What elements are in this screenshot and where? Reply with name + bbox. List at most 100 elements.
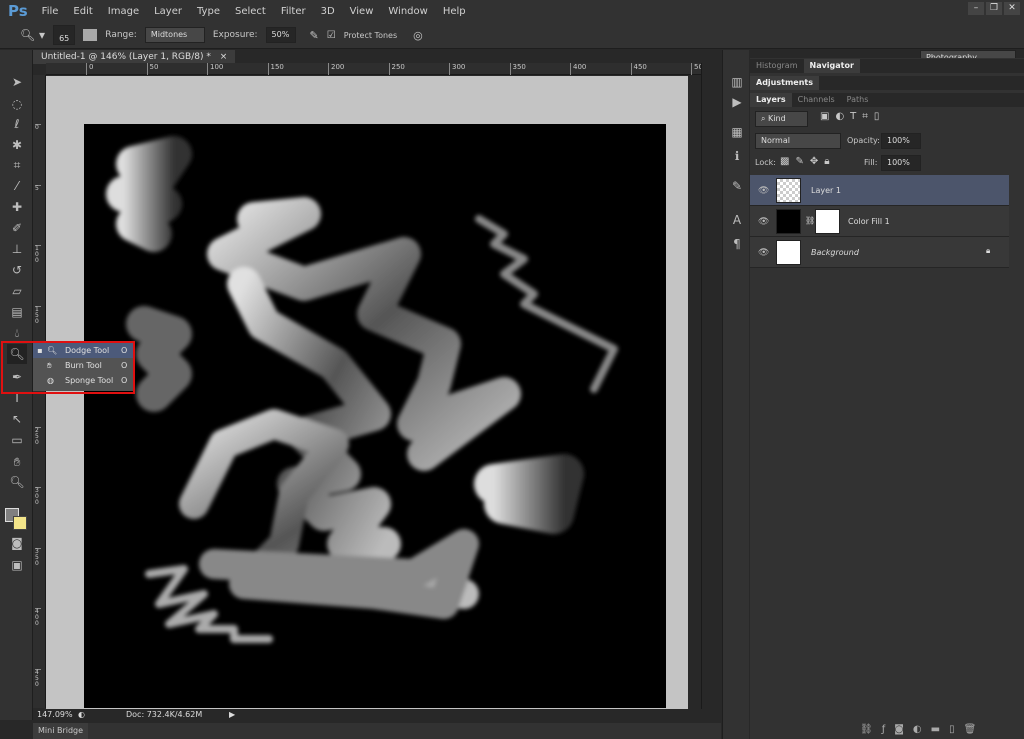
sponge-tool-label: Sponge Tool	[65, 376, 114, 385]
clone-stamp-icon[interactable]: ⊥	[7, 239, 27, 259]
layer-filter-icons[interactable]: ▣◐T⌗▯	[820, 111, 885, 122]
shortcut-key: O	[121, 346, 128, 355]
menu-select[interactable]: Select	[235, 6, 266, 17]
menu-help[interactable]: Help	[443, 6, 466, 17]
flyout-item-sponge-tool[interactable]: ◍ Sponge Tool O	[33, 373, 133, 388]
minimize-icon[interactable]: –	[968, 2, 984, 15]
restore-icon[interactable]: ❐	[986, 2, 1002, 15]
ruler-tick-label: 400	[570, 63, 586, 75]
status-menu-arrow-icon[interactable]: ▶	[229, 710, 235, 719]
histogram-navigator-tabs: Histogram Navigator	[750, 59, 1024, 73]
menu-file[interactable]: File	[42, 6, 59, 17]
menu-type[interactable]: Type	[197, 6, 220, 17]
mini-bridge-panel: Mini Bridge	[33, 723, 721, 739]
path-selection-icon[interactable]: ↖	[7, 409, 27, 429]
vertical-scrollbar[interactable]	[701, 63, 721, 709]
opacity-input[interactable]: 100%	[881, 133, 921, 149]
close-icon[interactable]: ✕	[1004, 2, 1020, 15]
brush-tool-icon[interactable]: ✐	[7, 218, 27, 238]
airbrush-icon[interactable]: ✎	[310, 29, 319, 42]
range-select[interactable]: Midtones	[144, 27, 205, 43]
exposure-label: Exposure:	[212, 30, 258, 40]
layer-filter-kind-select[interactable]: ⌕ Kind	[755, 111, 808, 127]
visibility-eye-icon[interactable]: 👁︎	[758, 186, 769, 196]
layer-row-background[interactable]: 👁︎ Background 🔒︎	[750, 237, 1009, 268]
zoom-level[interactable]: 147.09%	[37, 710, 73, 719]
tab-histogram[interactable]: Histogram	[750, 59, 804, 73]
zoom-tool-icon[interactable]: 🔍︎	[7, 472, 27, 492]
mini-bridge-tab[interactable]: Mini Bridge	[33, 723, 89, 739]
status-info-icon[interactable]: ◐	[78, 710, 85, 719]
paragraph-icon[interactable]: ¶	[727, 234, 747, 254]
tab-navigator[interactable]: Navigator	[803, 59, 860, 73]
layer-row-color-fill-1[interactable]: 👁︎ ⛓ Color Fill 1	[750, 206, 1009, 237]
hand-tool-icon[interactable]: ✋︎	[7, 452, 27, 472]
document-canvas[interactable]	[84, 124, 666, 708]
status-bar: 147.09% ◐ Doc: 732.4K/4.62M ▶	[33, 709, 721, 722]
protect-tones-checkbox[interactable]: ☑	[327, 30, 336, 41]
magic-wand-icon[interactable]: ✱	[7, 135, 27, 155]
visibility-eye-icon[interactable]: 👁︎	[758, 217, 769, 227]
document-size: Doc: 732.4K/4.62M	[126, 710, 203, 719]
brush-presets-icon[interactable]: ✎	[727, 176, 747, 196]
window-controls: – ❐ ✕	[968, 2, 1020, 15]
menu-window[interactable]: Window	[388, 6, 427, 17]
ruler-tick-label: 100	[207, 63, 223, 75]
fill-input[interactable]: 100%	[881, 155, 921, 171]
lock-icons[interactable]: ▩✎✥🔒︎	[780, 156, 836, 167]
healing-brush-icon[interactable]: ✚	[7, 197, 27, 217]
link-icon[interactable]: ⛓	[805, 216, 815, 225]
ruler-tick-label: 4 0 0	[35, 608, 41, 627]
tab-layers[interactable]: Layers	[750, 93, 792, 107]
screen-mode-icon[interactable]: ▣	[7, 555, 27, 575]
tab-adjustments[interactable]: Adjustments	[750, 76, 819, 90]
close-tab-icon[interactable]: ×	[220, 52, 228, 62]
ruler-tick-label: 200	[328, 63, 344, 75]
right-panels: Histogram Navigator Adjustments Layers Cha…	[750, 58, 1024, 739]
histogram-icon[interactable]: ▥	[727, 72, 747, 92]
dodge-tool-label: Dodge Tool	[65, 346, 110, 355]
tab-paths[interactable]: Paths	[841, 93, 875, 107]
exposure-input[interactable]: 50%	[265, 27, 296, 43]
quick-mask-icon[interactable]: ◙	[7, 533, 27, 553]
brush-size-picker[interactable]: 65	[53, 25, 76, 45]
blend-mode-select[interactable]: Normal	[755, 133, 841, 149]
ruler-tick-label: 350	[509, 63, 526, 75]
layer-actions-bar[interactable]: ⛓ƒ◙◐▬▯🗑︎	[860, 724, 985, 735]
menu-layer[interactable]: Layer	[154, 6, 182, 17]
shape-tool-icon[interactable]: ▭	[7, 430, 27, 450]
info-icon[interactable]: ℹ	[727, 146, 747, 166]
move-tool-icon[interactable]: ➤	[7, 72, 27, 92]
brush-panel-icon[interactable]	[83, 29, 98, 41]
horizontal-ruler: 050100150200250300350400450500	[46, 63, 707, 75]
properties-icon[interactable]: ▦	[727, 122, 747, 142]
brush-stroke	[106, 136, 192, 252]
eraser-icon[interactable]: ▱	[7, 281, 27, 301]
blur-tool-icon[interactable]: 💧︎	[7, 323, 27, 343]
menu-image[interactable]: Image	[108, 6, 139, 17]
menu-edit[interactable]: Edit	[73, 6, 92, 17]
gradient-tool-icon[interactable]: ▤	[7, 302, 27, 322]
tab-channels[interactable]: Channels	[792, 93, 841, 107]
document-tab[interactable]: Untitled-1 @ 146% (Layer 1, RGB/8) * ×	[33, 50, 236, 64]
background-color-swatch[interactable]	[13, 516, 27, 530]
pressure-icon[interactable]: ◎	[413, 29, 423, 42]
menu-view[interactable]: View	[350, 6, 374, 17]
dodge-tool-preset-icon[interactable]: 🔍︎ ▾	[20, 28, 45, 42]
visibility-eye-icon[interactable]: 👁︎	[758, 248, 769, 258]
marquee-tool-icon[interactable]: ◌	[7, 94, 27, 114]
kind-label: Kind	[768, 114, 786, 123]
menu-filter[interactable]: Filter	[281, 6, 306, 17]
history-brush-icon[interactable]: ↺	[7, 260, 27, 280]
flyout-item-dodge-tool[interactable]: ▪ 🔍︎ Dodge Tool O	[33, 343, 133, 358]
menu-3d[interactable]: 3D	[321, 6, 335, 17]
lock-icon: 🔒︎	[986, 246, 991, 255]
character-icon[interactable]: A	[727, 210, 747, 230]
play-actions-icon[interactable]: ▶	[727, 92, 747, 112]
menu-bar: Ps File Edit Image Layer Type Select Fil…	[0, 0, 1024, 22]
crop-tool-icon[interactable]: ⌗	[7, 155, 27, 175]
lasso-tool-icon[interactable]: ℓ	[7, 114, 27, 134]
flyout-item-burn-tool[interactable]: ✋︎ Burn Tool O	[33, 358, 133, 373]
layer-row-layer-1[interactable]: 👁︎ Layer 1	[750, 175, 1009, 206]
eyedropper-icon[interactable]: ⁄	[7, 176, 27, 196]
